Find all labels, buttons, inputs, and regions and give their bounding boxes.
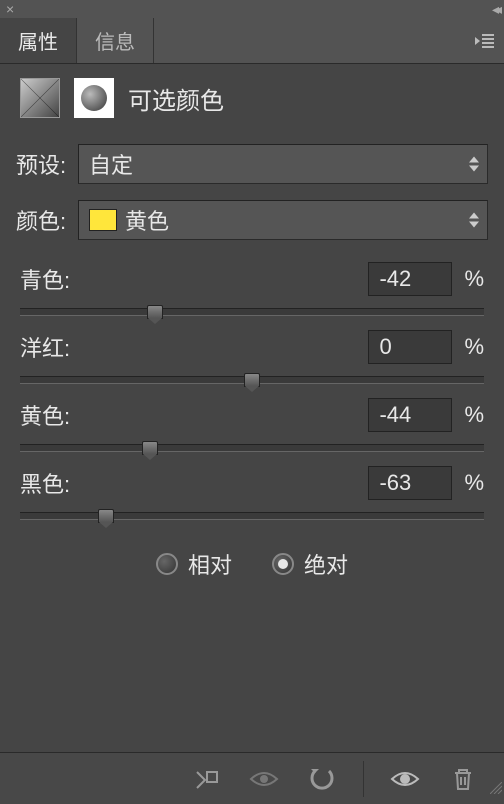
slider-magenta: 洋红: % <box>16 330 488 384</box>
menu-triangle-icon <box>475 37 480 45</box>
radio-icon <box>272 553 294 575</box>
panel-tabs: 属性 信息 <box>0 18 504 64</box>
color-row: 颜色: 黄色 <box>16 200 488 240</box>
slider-yellow-thumb[interactable] <box>142 441 158 455</box>
radio-absolute-label: 绝对 <box>304 548 348 580</box>
dropdown-arrows-icon <box>469 157 479 172</box>
slider-magenta-input[interactable] <box>368 330 452 364</box>
percent-label: % <box>464 266 484 292</box>
slider-cyan-input[interactable] <box>368 262 452 296</box>
slider-magenta-thumb[interactable] <box>244 373 260 387</box>
adjustment-title: 可选颜色 <box>128 81 224 116</box>
close-icon[interactable]: × <box>6 1 14 17</box>
slider-yellow-input[interactable] <box>368 398 452 432</box>
percent-label: % <box>464 470 484 496</box>
footer-divider <box>363 761 364 797</box>
color-swatch <box>89 209 117 231</box>
preset-select[interactable]: 自定 <box>78 144 488 184</box>
slider-cyan-label: 青色: <box>20 263 70 295</box>
adjustment-header: 可选颜色 <box>16 78 488 118</box>
tab-info[interactable]: 信息 <box>77 18 154 63</box>
color-label: 颜色: <box>16 204 78 236</box>
panel-body: 可选颜色 预设: 自定 颜色: 黄色 青色: % <box>0 64 504 752</box>
slider-magenta-track[interactable] <box>20 376 484 384</box>
tab-properties[interactable]: 属性 <box>0 18 77 63</box>
preset-value: 自定 <box>89 148 133 180</box>
slider-magenta-label: 洋红: <box>20 331 70 363</box>
panel-menu-button[interactable] <box>475 34 494 48</box>
slider-black-track[interactable] <box>20 512 484 520</box>
slider-cyan-track[interactable] <box>20 308 484 316</box>
panel-footer <box>0 752 504 804</box>
slider-cyan-thumb[interactable] <box>147 305 163 319</box>
preset-row: 预设: 自定 <box>16 144 488 184</box>
slider-yellow: 黄色: % <box>16 398 488 452</box>
percent-label: % <box>464 334 484 360</box>
color-select[interactable]: 黄色 <box>78 200 488 240</box>
delete-icon[interactable] <box>446 764 480 794</box>
slider-yellow-label: 黄色: <box>20 399 70 431</box>
slider-cyan: 青色: % <box>16 262 488 316</box>
radio-relative-label: 相对 <box>188 548 232 580</box>
view-previous-icon[interactable] <box>247 764 281 794</box>
visibility-icon[interactable] <box>388 764 422 794</box>
clip-to-layer-icon[interactable] <box>189 764 223 794</box>
panel-titlebar: × ◂◂ <box>0 0 504 18</box>
preset-label: 预设: <box>16 148 78 180</box>
resize-grip-icon[interactable] <box>490 782 502 794</box>
radio-icon <box>156 553 178 575</box>
slider-black-input[interactable] <box>368 466 452 500</box>
radio-absolute[interactable]: 绝对 <box>272 548 348 580</box>
dropdown-arrows-icon <box>469 213 479 228</box>
slider-black: 黑色: % <box>16 466 488 520</box>
method-radios: 相对 绝对 <box>16 548 488 580</box>
color-value: 黄色 <box>125 204 169 236</box>
reset-icon[interactable] <box>305 764 339 794</box>
slider-black-thumb[interactable] <box>98 509 114 523</box>
slider-black-label: 黑色: <box>20 467 70 499</box>
layer-mask-icon[interactable] <box>74 78 114 118</box>
menu-lines-icon <box>482 34 494 48</box>
slider-yellow-track[interactable] <box>20 444 484 452</box>
selective-color-icon <box>20 78 60 118</box>
collapse-icon[interactable]: ◂◂ <box>492 1 498 18</box>
sliders-group: 青色: % 洋红: % <box>16 262 488 534</box>
radio-relative[interactable]: 相对 <box>156 548 232 580</box>
percent-label: % <box>464 402 484 428</box>
